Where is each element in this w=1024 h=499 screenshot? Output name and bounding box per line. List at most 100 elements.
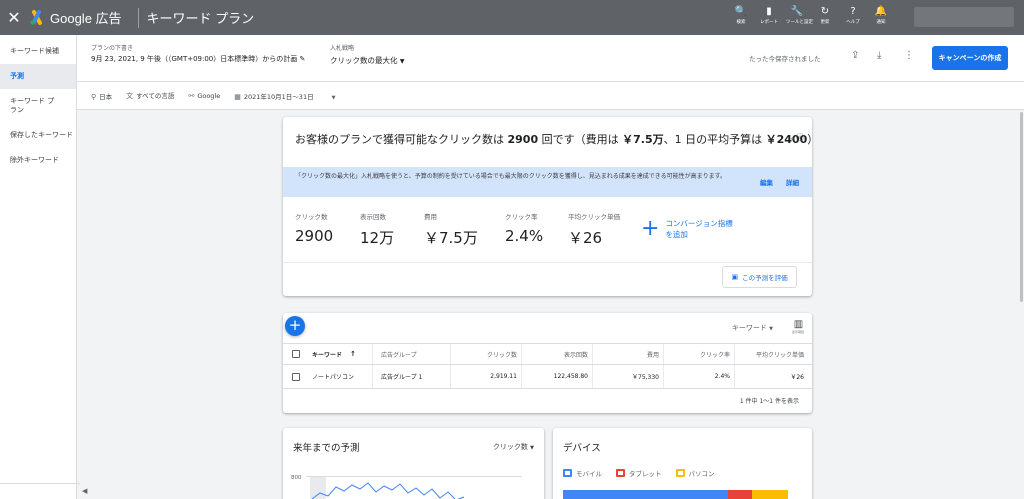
plan-header: プランの下書き 9月 23, 2021, 9 午後（（GMT+09:00）日本標… xyxy=(77,35,1024,82)
account-info[interactable] xyxy=(914,7,1014,27)
select-all-checkbox[interactable] xyxy=(292,344,300,364)
page-scrollbar-thumb[interactable] xyxy=(1020,112,1023,302)
bid-strategy-info-banner: 「クリック数の最大化」入札戦略を使うと、予算の制約を受けている場合でも最大限のク… xyxy=(283,167,812,197)
header-ctr[interactable]: クリック率 xyxy=(663,344,730,364)
mobile-icon xyxy=(563,469,572,477)
add-conversion-metric-button[interactable]: + コンバージョン指標 を追加 xyxy=(641,218,733,240)
metric-label: クリック数 xyxy=(295,213,328,221)
column-divider xyxy=(372,344,373,364)
tablet-icon xyxy=(616,469,625,477)
row-checkbox[interactable] xyxy=(292,365,300,388)
help-icon: ? xyxy=(850,6,856,17)
headline-cost: ￥7.5万 xyxy=(622,133,664,146)
expand-chevron-icon[interactable]: ⌄ xyxy=(789,133,796,142)
forecast-metric-dropdown[interactable]: クリック数 ▼ xyxy=(493,442,534,452)
edit-pencil-icon[interactable]: ✎ xyxy=(300,55,306,63)
cell-avg-cpc: ￥26 xyxy=(790,374,804,381)
cell-impressions: 122,458.80 xyxy=(553,373,588,380)
share-icon[interactable]: ⇪ xyxy=(851,50,859,61)
devices-legend: モバイル タブレット パソコン xyxy=(563,468,729,478)
column-divider xyxy=(372,365,373,388)
more-vert-icon[interactable]: ⋮ xyxy=(904,50,914,61)
headline-icons: ⌄ⓘ xyxy=(789,132,804,143)
sidebar-item-forecast[interactable]: 予測 xyxy=(0,64,76,89)
dropdown-arrow-icon: ▼ xyxy=(399,58,405,65)
date-dropdown-arrow-icon: ▼ xyxy=(331,94,336,101)
mobile-share-segment xyxy=(563,490,728,499)
metric-label: 表示回数 xyxy=(360,213,386,221)
legend-item-desktop: パソコン xyxy=(675,468,715,478)
left-sidebar: キーワード候補 予測 キーワード プラン 保存したキーワード 除外キーワード xyxy=(0,35,77,499)
desktop-share-segment xyxy=(752,490,788,499)
segment-dropdown[interactable]: キーワード ▼ xyxy=(732,323,773,333)
sidebar-item-keyword-ideas[interactable]: キーワード候補 xyxy=(0,39,76,64)
sidebar-footer xyxy=(0,483,80,499)
tools-button[interactable]: 🔧 ツールと設定 xyxy=(786,0,813,35)
desktop-icon xyxy=(675,469,685,477)
metric-value: 2900 xyxy=(295,227,334,245)
notifications-button[interactable]: 🔔 通知 xyxy=(870,0,892,35)
reports-icon: ▮ xyxy=(766,6,772,17)
help-button[interactable]: ? ヘルプ xyxy=(842,0,864,35)
header-clicks[interactable]: クリック数 xyxy=(450,344,517,364)
legend-label: パソコン xyxy=(688,470,715,478)
columns-icon: ▥ xyxy=(793,319,803,330)
network-icon: ⚯ xyxy=(188,91,195,100)
metric-cost: 費用 ￥7.5万 xyxy=(424,211,478,248)
add-keyword-fab[interactable]: + xyxy=(285,316,305,336)
sidebar-item-negative-keywords[interactable]: 除外キーワード xyxy=(0,148,76,173)
conversion-label-line2: を追加 xyxy=(665,230,688,239)
header-impressions[interactable]: 表示回数 xyxy=(521,344,588,364)
forecast-line xyxy=(311,482,465,499)
header-label: キーワード xyxy=(312,351,343,359)
reports-label: レポート xyxy=(760,20,778,25)
header-cost[interactable]: 費用 xyxy=(592,344,659,364)
refresh-button[interactable]: ↻ 更新 xyxy=(814,0,836,35)
table-header: キーワード ↑ 広告グループ クリック数 表示回数 費用 クリック率 平均クリック… xyxy=(283,343,812,365)
create-campaign-button[interactable]: キャンペーンの作成 xyxy=(932,46,1008,70)
search-button[interactable]: 🔍 検索 xyxy=(730,0,752,35)
details-link[interactable]: 詳細 xyxy=(786,177,799,187)
headline-part: 回です（費用は xyxy=(538,133,623,146)
columns-label: 表示項目 xyxy=(791,330,804,334)
metric-impressions: 表示回数 12万 xyxy=(360,211,394,248)
tools-label: ツールと設定 xyxy=(786,20,813,25)
header-keyword[interactable]: キーワード ↑ xyxy=(312,344,356,364)
translate-icon: 文 xyxy=(126,92,134,100)
columns-button[interactable]: ▥ 表示項目 xyxy=(792,319,804,334)
reports-button[interactable]: ▮ レポート xyxy=(758,0,780,35)
edit-link[interactable]: 編集 xyxy=(760,177,773,187)
cell-ctr: 2.4% xyxy=(714,373,730,380)
device-share-bar[interactable] xyxy=(563,490,788,499)
collapse-sidebar-icon[interactable]: ◀ xyxy=(82,487,87,495)
dropdown-arrow-icon: ▼ xyxy=(530,445,534,451)
divider xyxy=(283,262,812,263)
language-filter[interactable]: 文すべての言語 xyxy=(126,90,174,101)
cell-cost: ￥75,330 xyxy=(632,374,659,381)
evaluate-forecast-button[interactable]: ▣ この予測を評価 xyxy=(722,266,797,288)
bell-icon: 🔔 xyxy=(874,6,888,17)
sidebar-item-saved-keywords[interactable]: 保存したキーワード xyxy=(0,123,76,148)
location-filter[interactable]: ⚲ 日本 xyxy=(91,91,112,101)
sidebar-item-keyword-plan[interactable]: キーワード プラン xyxy=(0,89,60,123)
location-value: 日本 xyxy=(99,92,113,101)
header-ad-group[interactable]: 広告グループ xyxy=(381,344,417,364)
forecast-chart[interactable] xyxy=(306,476,522,499)
tablet-share-segment xyxy=(728,490,752,499)
header-avg-cpc[interactable]: 平均クリック単価 xyxy=(734,344,804,364)
bid-strategy-dropdown[interactable]: クリック数の最大化 ▼ xyxy=(330,55,405,66)
plan-title[interactable]: 9月 23, 2021, 9 午後（（GMT+09:00）日本標準時）からの計画… xyxy=(91,54,305,64)
download-icon[interactable]: ⤓ xyxy=(877,50,881,61)
network-filter[interactable]: ⚯ Google xyxy=(188,92,220,100)
filter-bar: ⚲ 日本 文すべての言語 ⚯ Google ▦ 2021年10月1日～31日 ▼ xyxy=(77,82,1024,110)
help-outline-icon[interactable]: ⓘ xyxy=(796,133,804,142)
close-icon[interactable]: ✕ xyxy=(0,8,28,27)
keyword-table-card: キーワード ▼ ▥ 表示項目 キーワード ↑ 広告グループ クリック数 表示回数 費… xyxy=(283,313,812,413)
search-icon: 🔍 xyxy=(734,6,748,17)
google-ads-logo xyxy=(28,9,46,27)
date-range-filter[interactable]: ▦ 2021年10月1日～31日 ▼ xyxy=(234,91,335,101)
cell-keyword[interactable]: ノートパソコン xyxy=(312,365,354,388)
devices-card: デバイス モバイル タブレット パソコン xyxy=(553,428,812,499)
brand-name: Google 広告 xyxy=(50,11,122,26)
cell-ad-group[interactable]: 広告グループ 1 xyxy=(381,365,422,388)
